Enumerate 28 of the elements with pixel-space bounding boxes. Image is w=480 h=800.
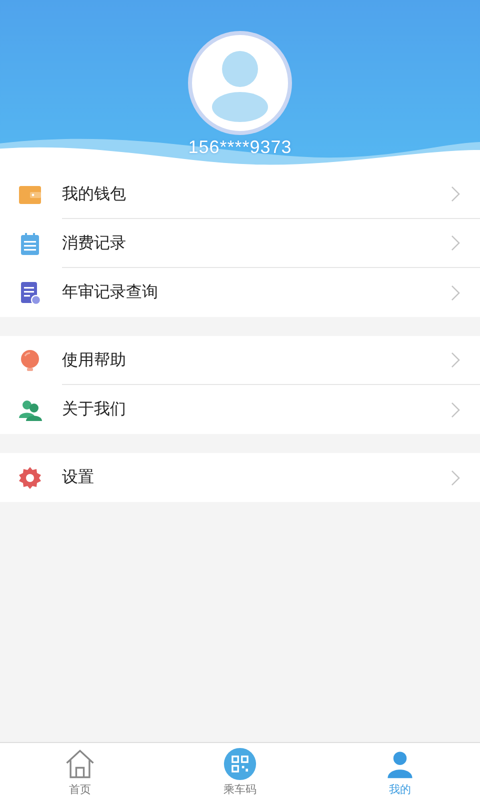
list-icon xyxy=(18,232,42,256)
menu-label: 关于我们 xyxy=(62,399,126,420)
chevron-right-icon xyxy=(451,235,460,251)
phone-number: 156****9373 xyxy=(188,137,292,158)
menu-label: 我的钱包 xyxy=(62,184,126,204)
people-icon xyxy=(18,398,42,422)
tab[interactable]: 首页 xyxy=(0,743,160,800)
chevron-right-icon xyxy=(451,284,460,300)
menu-label: 消费记录 xyxy=(62,232,126,254)
gear-icon xyxy=(18,466,42,490)
menu-item[interactable]: 消费记录 xyxy=(0,219,480,268)
qr-code-icon xyxy=(223,746,257,780)
menu-item[interactable]: 我的钱包 xyxy=(0,170,480,219)
chevron-right-icon xyxy=(451,402,460,418)
chevron-right-icon xyxy=(451,352,460,368)
menu-item[interactable]: 使用帮助 xyxy=(0,336,480,385)
menu-label: 使用帮助 xyxy=(62,350,126,370)
chevron-right-icon xyxy=(451,186,460,202)
menu-item[interactable]: 关于我们 xyxy=(0,385,480,434)
menu-label: 设置 xyxy=(62,467,94,488)
menu-label: 年审记录查询 xyxy=(62,282,158,303)
menu-item[interactable]: 年审记录查询 xyxy=(0,268,480,317)
bulb-icon xyxy=(18,348,42,372)
document-icon xyxy=(18,280,42,304)
chevron-right-icon xyxy=(451,470,460,486)
menu-item[interactable]: 设置 xyxy=(0,453,480,502)
avatar-icon[interactable] xyxy=(188,31,292,135)
tab[interactable]: 乘车码 xyxy=(160,743,320,800)
